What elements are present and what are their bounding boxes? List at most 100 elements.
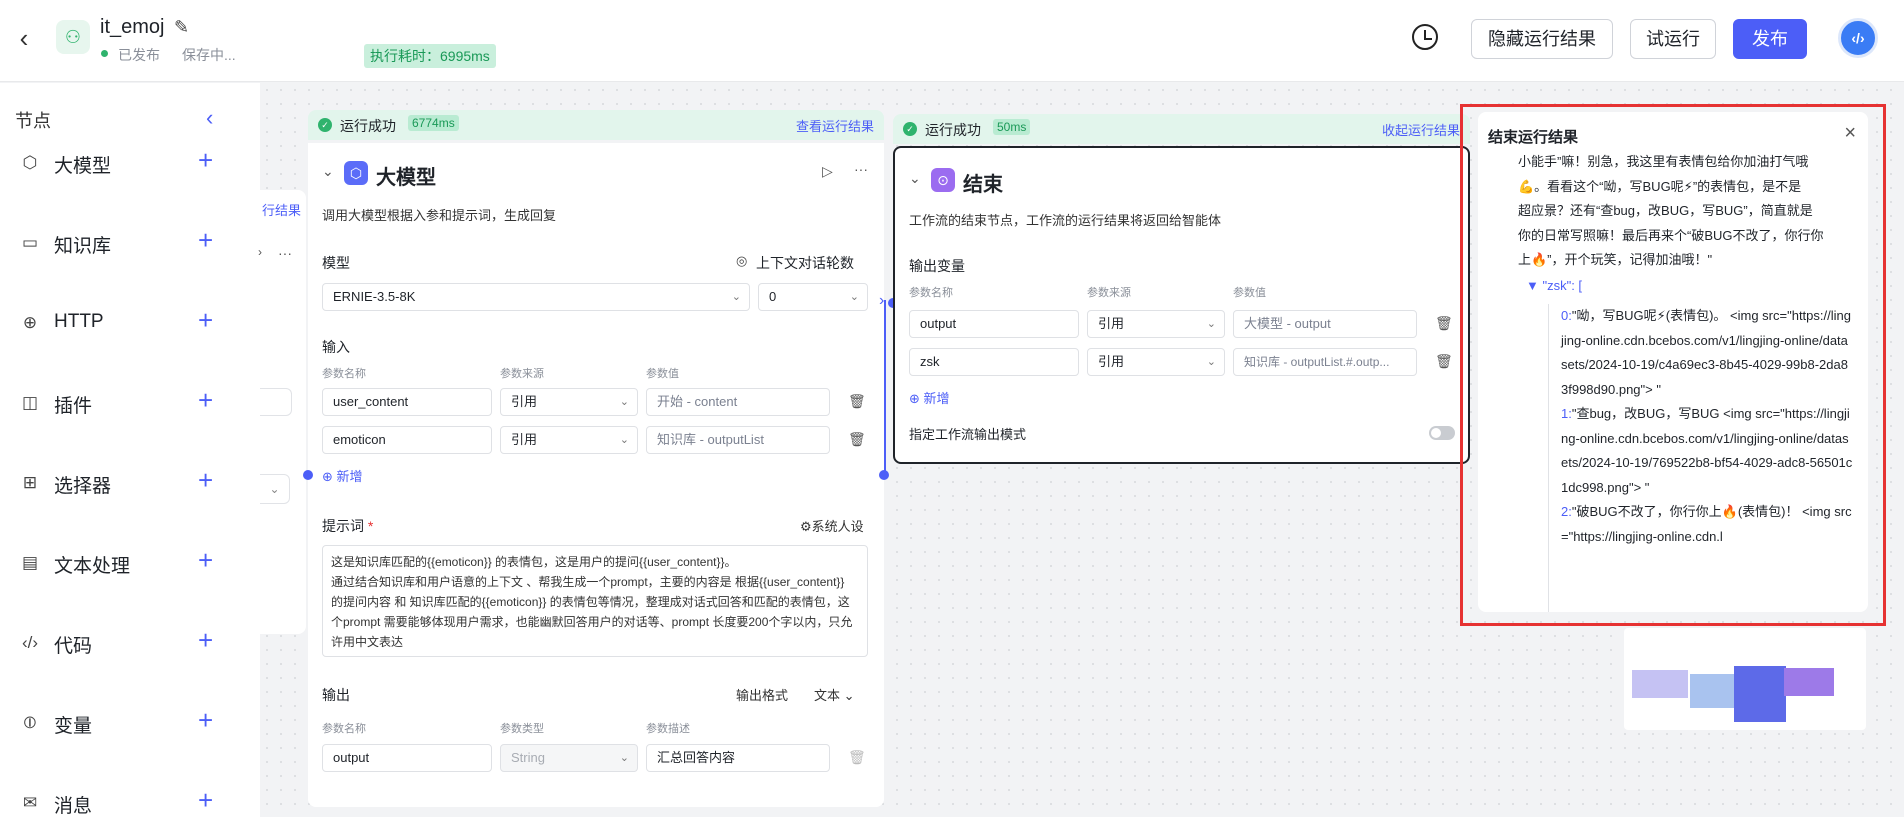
sidebar-item-plugin[interactable]: ◫ 插件 +: [0, 379, 260, 429]
output-source-select[interactable]: 引用 ⌄: [1087, 310, 1225, 338]
add-plus-icon[interactable]: +: [198, 227, 213, 253]
node-description: 调用大模型根据入参和提示词，生成回复: [322, 208, 557, 223]
input-source-select[interactable]: 引用 ⌄: [500, 426, 638, 454]
canvas-minimap[interactable]: [1624, 628, 1866, 730]
output-name-field[interactable]: output: [322, 744, 492, 772]
source-value: 引用: [511, 394, 538, 409]
sidebar-item-label: HTTP: [54, 311, 104, 332]
sidebar-item-code[interactable]: ‹/› 代码 +: [0, 619, 260, 669]
chevron-down-icon: ⌄: [619, 396, 629, 408]
history-clock-icon[interactable]: [1412, 24, 1438, 50]
collapse-chevron-icon[interactable]: ⌄: [322, 163, 334, 180]
selector-icon: ⊞: [22, 473, 38, 492]
sidebar-item-knowledge[interactable]: ▭ 知识库 +: [0, 219, 260, 269]
view-run-result-link[interactable]: 查看运行结果: [796, 116, 874, 135]
collapse-run-result-link[interactable]: 收起运行结果: [1382, 120, 1460, 139]
output-type-select: String ⌄: [500, 744, 638, 772]
trial-run-button[interactable]: 试运行: [1630, 19, 1716, 59]
output-source-select[interactable]: 引用 ⌄: [1087, 348, 1225, 376]
context-rounds-select[interactable]: 0 ⌄: [758, 283, 868, 311]
col-param-value: 参数值: [646, 368, 679, 380]
back-arrow-icon[interactable]: ‹: [10, 24, 38, 52]
user-avatar[interactable]: ‹/›: [1838, 18, 1878, 58]
source-value: 引用: [1098, 316, 1125, 331]
port-dot[interactable]: [879, 470, 889, 480]
llm-node[interactable]: ⌄ ⬡ 大模型 ▷ ··· 调用大模型根据入参和提示词，生成回复 模型 ◎ 上下…: [308, 143, 884, 807]
add-plus-icon[interactable]: +: [198, 627, 213, 653]
col-param-name: 参数名称: [322, 368, 366, 380]
minimap-node: [1734, 666, 1786, 722]
output-name-field[interactable]: zsk: [909, 348, 1079, 376]
delete-trash-icon[interactable]: 🗑: [848, 431, 866, 448]
source-value: 引用: [1098, 354, 1125, 369]
more-icon[interactable]: ···: [854, 161, 868, 177]
delete-trash-icon[interactable]: 🗑: [848, 393, 866, 410]
input-name-field[interactable]: user_content: [322, 388, 492, 416]
sidebar-item-label: 消息: [54, 796, 93, 817]
message-icon: ✉: [22, 793, 38, 812]
partial-view-result-link[interactable]: 行结果: [262, 200, 301, 219]
add-plus-icon[interactable]: +: [198, 707, 213, 733]
add-output-link[interactable]: ⊕ 新增: [909, 388, 950, 407]
end-node-icon: ⊙: [931, 168, 955, 192]
partial-select-field[interactable]: ⌄: [260, 474, 290, 504]
success-check-icon: ✓: [318, 118, 332, 132]
node-sidebar: 节点 ‹ ⬡ 大模型 + ▭ 知识库 + ⊕ HTTP + ◫ 插件 + ⊞ 选…: [0, 83, 260, 817]
output-value-field[interactable]: 知识库 - outputList.#.outp...: [1233, 348, 1417, 376]
sidebar-item-message[interactable]: ✉ 消息 +: [0, 779, 260, 817]
system-persona-button[interactable]: ⚙系统人设: [800, 516, 864, 535]
output-desc-field[interactable]: 汇总回答内容: [646, 744, 830, 772]
chevron-down-icon: ⌄: [619, 434, 629, 446]
input-source-select[interactable]: 引用 ⌄: [500, 388, 638, 416]
col-param-value: 参数值: [1233, 287, 1266, 299]
edit-pencil-icon[interactable]: ✎: [174, 17, 189, 38]
delete-trash-icon[interactable]: 🗑: [1435, 315, 1453, 332]
sidebar-item-selector[interactable]: ⊞ 选择器 +: [0, 459, 260, 509]
publish-status: 已发布: [118, 47, 160, 63]
chevron-down-icon: ⌄: [619, 752, 629, 764]
add-plus-icon[interactable]: +: [198, 147, 213, 173]
more-icon[interactable]: ···: [278, 245, 292, 261]
add-plus-icon[interactable]: +: [198, 787, 213, 813]
input-value-field[interactable]: 知识库 - outputList: [646, 426, 830, 454]
sidebar-item-http[interactable]: ⊕ HTTP +: [0, 299, 260, 349]
delete-trash-icon[interactable]: 🗑: [1435, 353, 1453, 370]
chevron-down-icon: ⌄: [1206, 318, 1216, 330]
add-plus-icon[interactable]: +: [198, 307, 213, 333]
end-node[interactable]: ⌄ ⊙ 结束 工作流的结束节点，工作流的运行结果将返回给智能体 输出变量 参数名…: [893, 146, 1470, 464]
run-node-icon[interactable]: ▷: [822, 163, 833, 180]
node-description: 工作流的结束节点，工作流的运行结果将返回给智能体: [909, 213, 1222, 228]
input-name-field[interactable]: emoticon: [322, 426, 492, 454]
add-plus-icon[interactable]: +: [198, 387, 213, 413]
output-format-value: 文本: [814, 688, 841, 703]
collapse-chevron-icon[interactable]: ‹: [206, 105, 213, 131]
sidebar-item-text[interactable]: ▤ 文本处理 +: [0, 539, 260, 589]
port-dot[interactable]: [303, 470, 313, 480]
sidebar-item-variable[interactable]: ⦶ 变量 +: [0, 699, 260, 749]
output-format-select[interactable]: 文本 ⌄: [814, 685, 855, 704]
collapse-chevron-icon[interactable]: ⌄: [909, 170, 921, 187]
chevron-down-icon: ⌄: [1206, 356, 1216, 368]
partial-input-field[interactable]: [260, 388, 292, 416]
input-value-field[interactable]: 开始 - content: [646, 388, 830, 416]
partial-glyph: ›: [258, 245, 262, 259]
hide-results-button[interactable]: 隐藏运行结果: [1471, 19, 1613, 59]
variable-icon: ⦶: [23, 713, 37, 732]
system-persona-label: 系统人设: [811, 519, 864, 534]
publish-button[interactable]: 发布: [1733, 19, 1807, 59]
output-mode-toggle[interactable]: [1429, 426, 1455, 440]
code-icon: ‹/›: [21, 633, 39, 652]
model-select[interactable]: ERNIE-3.5-8K ⌄: [322, 283, 750, 311]
llm-run-status-bar: ✓ 运行成功 6774ms 查看运行结果: [308, 110, 884, 140]
col-param-desc: 参数描述: [646, 723, 690, 735]
sidebar-title: 节点: [15, 111, 51, 131]
sidebar-item-llm[interactable]: ⬡ 大模型 +: [0, 139, 260, 189]
add-plus-icon[interactable]: +: [198, 547, 213, 573]
add-input-link[interactable]: ⊕ 新增: [322, 466, 363, 485]
context-target-icon: ◎: [736, 253, 748, 268]
minimap-node: [1690, 674, 1734, 708]
output-name-field[interactable]: output: [909, 310, 1079, 338]
prompt-textarea[interactable]: 这是知识库匹配的{{emoticon}} 的表情包，这是用户的提问{{user_…: [322, 545, 868, 657]
output-value-field[interactable]: 大模型 - output: [1233, 310, 1417, 338]
add-plus-icon[interactable]: +: [198, 467, 213, 493]
